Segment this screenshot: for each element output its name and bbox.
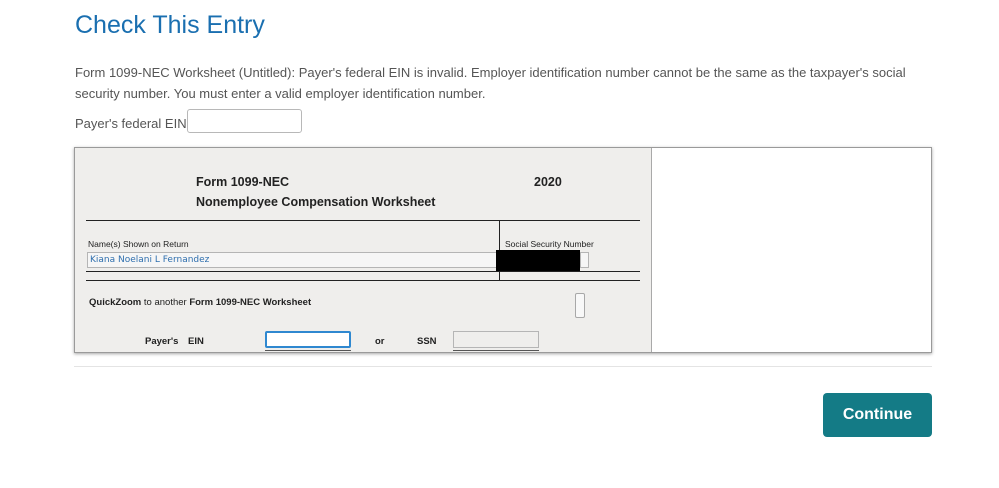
form-rule (86, 280, 640, 281)
ein-underline (265, 350, 351, 351)
payer-ein-label: Payer's federal EIN (75, 116, 187, 131)
worksheet-form: Form 1099-NEC Nonemployee Compensation W… (75, 148, 652, 352)
ein-label: EIN (188, 336, 204, 347)
or-label: or (375, 336, 385, 347)
name-label: Name(s) Shown on Return (88, 239, 189, 249)
payers-label: Payer's (145, 336, 179, 347)
page-title: Check This Entry (75, 11, 265, 39)
form-title: Form 1099-NEC (196, 175, 290, 189)
form-ssn-input[interactable] (453, 331, 539, 348)
form-subtitle: Nonemployee Compensation Worksheet (196, 195, 436, 209)
continue-button[interactable]: Continue (823, 393, 932, 437)
quickzoom-text: QuickZoom to another Form 1099-NEC Works… (89, 297, 312, 308)
ssn-field[interactable] (580, 252, 589, 268)
error-message: Form 1099-NEC Worksheet (Untitled): Paye… (75, 65, 906, 101)
ssn-label: Social Security Number (505, 239, 594, 249)
form-rule (86, 271, 640, 272)
quickzoom-button[interactable] (575, 293, 585, 318)
worksheet-frame: Form 1099-NEC Nonemployee Compensation W… (74, 147, 932, 353)
form-year: 2020 (534, 175, 562, 189)
divider (74, 366, 932, 367)
ssn-underline (453, 350, 539, 351)
form-rule (86, 220, 640, 221)
ssn-short-label: SSN (417, 336, 437, 347)
name-field[interactable]: Kiana Noelani L Fernandez (87, 252, 499, 268)
payer-ein-input[interactable] (187, 109, 302, 133)
redacted-ssn (496, 250, 580, 272)
form-ein-input[interactable] (265, 331, 351, 348)
